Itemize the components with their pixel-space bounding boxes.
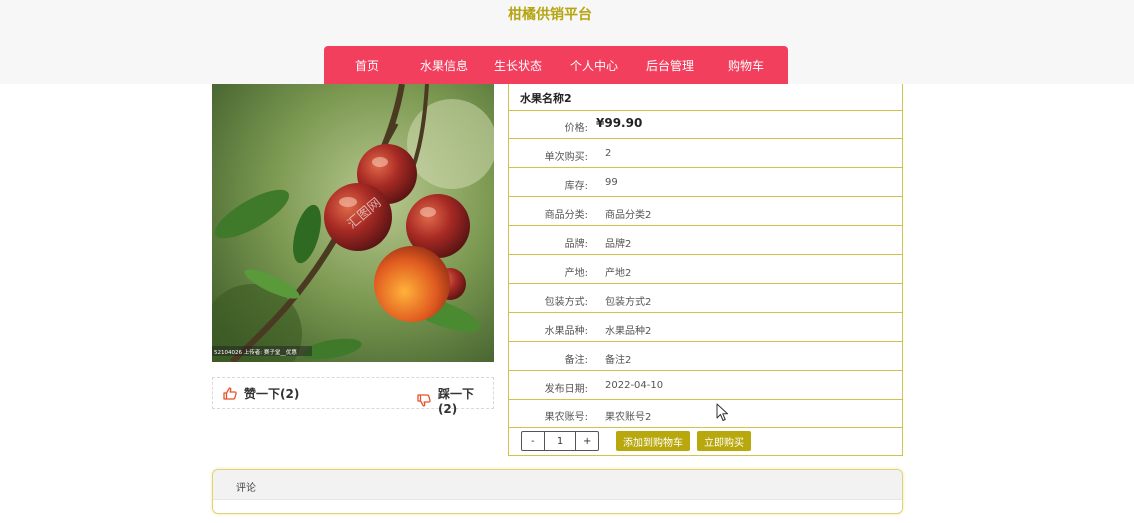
product-name-row: 水果名称2 (509, 84, 902, 111)
price-label: 价格: (564, 123, 588, 134)
detail-row: 水果品种: 水果品种2 (509, 313, 902, 342)
detail-label: 发布日期: (544, 384, 588, 395)
quantity-value[interactable]: 1 (545, 432, 577, 450)
comments-panel: 评论 (212, 469, 903, 514)
price-row: 价格: ¥99.90 (509, 111, 902, 139)
detail-label: 单次购买: (544, 152, 588, 163)
main-nav: 首页 水果信息 生长状态 个人中心 后台管理 购物车 (324, 46, 788, 84)
detail-value: 2022-04-10 (605, 380, 664, 391)
product-name: 水果名称2 (520, 92, 572, 105)
product-detail: 水果名称2 价格: ¥99.90 单次购买: 2 库存: 99 商品分类: 商品… (508, 84, 903, 456)
detail-label: 水果品种: (544, 326, 588, 337)
detail-value: 水果品种2 (605, 326, 652, 337)
nav-item-fruit-info[interactable]: 水果信息 (420, 57, 468, 74)
detail-label: 库存: (564, 181, 588, 192)
detail-label: 品牌: (564, 239, 588, 250)
site-title: 柑橘供销平台 (508, 7, 592, 23)
detail-row: 包装方式: 包装方式2 (509, 284, 902, 313)
detail-row: 产地: 产地2 (509, 255, 902, 284)
product-image: 汇图网 52104026 上传者: 赛子堂__优惠 (212, 84, 494, 362)
thumbs-down-icon (417, 394, 431, 407)
detail-row: 单次购买: 2 (509, 139, 902, 168)
detail-label: 备注: (564, 355, 588, 366)
detail-row: 备注: 备注2 (509, 342, 902, 371)
thumbs-up-icon (223, 387, 237, 400)
nav-item-admin[interactable]: 后台管理 (646, 57, 694, 74)
detail-value: 包装方式2 (605, 297, 652, 308)
quantity-stepper: - 1 + (521, 431, 599, 451)
like-button[interactable]: 赞一下(2) (223, 385, 299, 402)
detail-value: 备注2 (605, 355, 632, 366)
detail-value: 果农账号2 (605, 412, 652, 423)
detail-row: 发布日期: 2022-04-10 (509, 371, 902, 400)
detail-label: 包装方式: (544, 297, 588, 308)
detail-value: 99 (605, 177, 618, 188)
detail-row: 商品分类: 商品分类2 (509, 197, 902, 226)
dislike-button[interactable]: 踩一下(2) (417, 385, 493, 416)
detail-value: 商品分类2 (605, 210, 652, 221)
purchase-row: - 1 + 添加到购物车 立即购买 (509, 428, 902, 456)
quantity-plus-button[interactable]: + (576, 432, 598, 450)
nav-item-home[interactable]: 首页 (355, 57, 379, 74)
nav-item-personal-center[interactable]: 个人中心 (570, 57, 618, 74)
detail-label: 果农账号: (544, 412, 588, 423)
detail-row: 库存: 99 (509, 168, 902, 197)
detail-row: 品牌: 品牌2 (509, 226, 902, 255)
photo-caption: 52104026 上传者: 赛子堂__优惠 (214, 348, 297, 356)
vote-box: 赞一下(2) 踩一下(2) (212, 377, 494, 416)
detail-value: 2 (605, 148, 612, 159)
detail-label: 产地: (564, 268, 588, 279)
detail-value: 产地2 (605, 268, 632, 279)
detail-label: 商品分类: (544, 210, 588, 221)
nav-item-cart[interactable]: 购物车 (728, 57, 764, 74)
add-to-cart-button[interactable]: 添加到购物车 (616, 431, 690, 451)
comments-header: 评论 (213, 470, 902, 500)
detail-row: 果农账号: 果农账号2 (509, 400, 902, 428)
like-label: 赞一下(2) (244, 387, 300, 401)
mouse-pointer-icon (716, 403, 728, 421)
quantity-minus-button[interactable]: - (522, 432, 545, 450)
dislike-label: 踩一下(2) (437, 387, 474, 416)
header: 柑橘供销平台 首页 水果信息 生长状态 个人中心 后台管理 购物车 (0, 0, 1134, 84)
price-value: ¥99.90 (596, 116, 643, 130)
buy-now-button[interactable]: 立即购买 (697, 431, 751, 451)
comments-title: 评论 (236, 483, 256, 494)
nav-item-growth-status[interactable]: 生长状态 (494, 57, 542, 74)
detail-value: 品牌2 (605, 239, 632, 250)
